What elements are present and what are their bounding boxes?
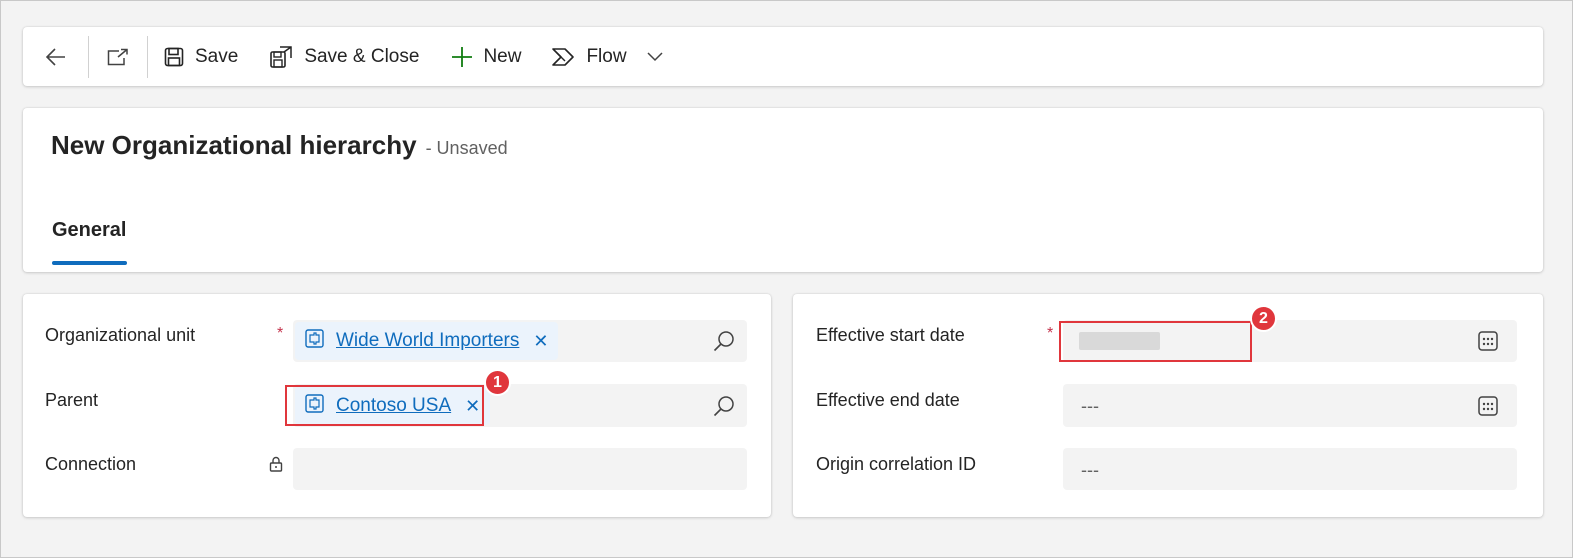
new-label: New bbox=[483, 45, 522, 67]
tab-general[interactable]: General bbox=[52, 219, 126, 242]
title-row: New Organizational hierarchy - Unsaved bbox=[51, 130, 508, 161]
origin-id-input[interactable]: --- bbox=[1063, 448, 1517, 490]
callout-badge-2: 2 bbox=[1250, 305, 1277, 332]
remove-org-unit-icon[interactable]: ✕ bbox=[533, 332, 548, 350]
popout-icon bbox=[107, 48, 129, 66]
save-status: - Unsaved bbox=[425, 138, 508, 158]
flow-button[interactable]: Flow bbox=[543, 27, 670, 86]
save-close-label: Save & Close bbox=[304, 45, 420, 67]
chevron-down-icon[interactable] bbox=[647, 51, 663, 62]
required-marker: * bbox=[277, 325, 284, 342]
flow-icon bbox=[551, 47, 575, 67]
callout-box-1 bbox=[285, 385, 484, 426]
flow-label: Flow bbox=[586, 45, 627, 67]
required-marker: * bbox=[1047, 325, 1054, 342]
form-section-right: Effective start date * 2 Effective end d… bbox=[793, 294, 1543, 517]
end-date-placeholder: --- bbox=[1081, 396, 1099, 416]
search-icon[interactable] bbox=[713, 330, 735, 357]
calendar-icon[interactable] bbox=[1478, 396, 1498, 421]
tab-selected-indicator bbox=[52, 261, 127, 265]
connection-field bbox=[293, 448, 747, 490]
back-arrow-icon bbox=[45, 47, 66, 66]
save-and-close-button[interactable]: Save & Close bbox=[261, 27, 427, 86]
end-date-input[interactable]: --- bbox=[1063, 384, 1517, 427]
save-label: Save bbox=[195, 45, 239, 67]
start-date-label: Effective start date bbox=[816, 325, 965, 345]
lock-icon bbox=[269, 456, 283, 477]
save-close-icon bbox=[269, 45, 293, 69]
org-unit-link[interactable]: Wide World Importers bbox=[336, 330, 519, 352]
connection-label: Connection bbox=[45, 454, 137, 474]
end-date-label: Effective end date bbox=[816, 390, 960, 410]
form-header: New Organizational hierarchy - Unsaved G… bbox=[23, 108, 1543, 272]
calendar-icon[interactable] bbox=[1478, 331, 1498, 356]
org-unit-entity-icon bbox=[305, 329, 324, 353]
page-title: New Organizational hierarchy bbox=[51, 130, 417, 160]
search-icon[interactable] bbox=[713, 395, 735, 422]
command-bar: Save Save & Close New Flow bbox=[23, 27, 1543, 86]
back-button[interactable] bbox=[23, 27, 88, 86]
form-section-left: Organizational unit * Wide World Importe… bbox=[23, 294, 771, 517]
new-button[interactable]: New bbox=[443, 27, 529, 86]
org-unit-lookup[interactable]: Wide World Importers ✕ bbox=[293, 320, 747, 362]
org-unit-tag: Wide World Importers ✕ bbox=[295, 322, 559, 360]
open-in-new-window-button[interactable] bbox=[89, 27, 147, 86]
origin-id-label: Origin correlation ID bbox=[816, 454, 977, 474]
parent-label: Parent bbox=[45, 390, 99, 410]
save-button[interactable]: Save bbox=[156, 27, 246, 86]
plus-icon bbox=[451, 46, 473, 68]
callout-badge-1: 1 bbox=[484, 369, 511, 396]
callout-box-2 bbox=[1059, 321, 1252, 362]
origin-id-placeholder: --- bbox=[1081, 460, 1099, 480]
org-unit-label: Organizational unit bbox=[45, 325, 196, 345]
save-icon bbox=[164, 47, 184, 67]
toolbar-divider bbox=[147, 35, 148, 78]
